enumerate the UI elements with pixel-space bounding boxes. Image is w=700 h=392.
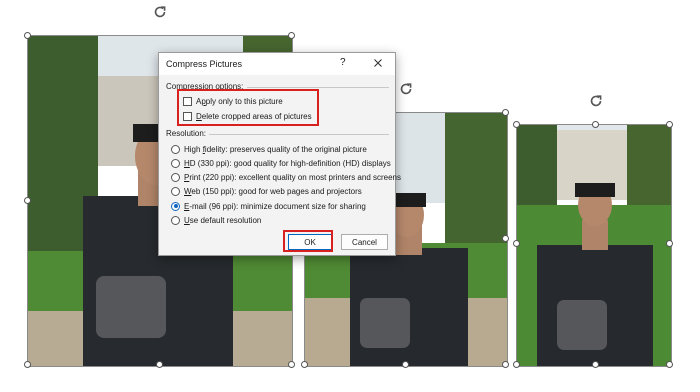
radio-button[interactable] bbox=[171, 173, 180, 183]
delete-cropped-checkbox[interactable]: Delete cropped areas of pictures bbox=[183, 110, 312, 122]
resolution-option-label: HD (330 ppi): good quality for high-defi… bbox=[184, 158, 391, 168]
radio-button[interactable] bbox=[171, 216, 180, 225]
checkbox-box[interactable] bbox=[183, 96, 192, 106]
resolution-option[interactable]: HD (330 ppi): good quality for high-defi… bbox=[171, 157, 391, 169]
resize-handle[interactable] bbox=[301, 361, 308, 368]
photo-right[interactable] bbox=[516, 124, 672, 367]
resize-handle[interactable] bbox=[502, 235, 509, 242]
resolution-option-label: Web (150 ppi): good for web pages and pr… bbox=[184, 187, 362, 197]
resize-handle[interactable] bbox=[592, 361, 599, 368]
separator bbox=[209, 134, 389, 135]
resize-handle[interactable] bbox=[288, 361, 295, 368]
apply-only-checkbox[interactable]: Apply only to this picture bbox=[183, 95, 283, 107]
rotate-handle-icon[interactable] bbox=[588, 93, 604, 109]
resolution-option-label: Print (220 ppi): excellent quality on mo… bbox=[184, 173, 402, 183]
resolution-option[interactable]: High fidelity: preserves quality of the … bbox=[171, 143, 367, 155]
resolution-option[interactable]: Print (220 ppi): excellent quality on mo… bbox=[171, 172, 401, 184]
resize-handle[interactable] bbox=[402, 361, 409, 368]
resolution-option[interactable]: Web (150 ppi): good for web pages and pr… bbox=[171, 186, 362, 198]
separator bbox=[247, 87, 389, 88]
resolution-label: Resolution: bbox=[166, 129, 207, 138]
dialog-title: Compress Pictures bbox=[166, 59, 243, 69]
apply-only-label: Apply only to this picture bbox=[196, 96, 283, 106]
resize-handle[interactable] bbox=[24, 361, 31, 368]
dialog-titlebar: Compress Pictures ? bbox=[159, 53, 395, 75]
resolution-option[interactable]: E-mail (96 ppi): minimize document size … bbox=[171, 200, 366, 212]
resolution-option[interactable]: Use default resolution bbox=[171, 215, 261, 227]
checkbox-box[interactable] bbox=[183, 111, 192, 121]
radio-button[interactable] bbox=[171, 201, 180, 211]
resize-handle[interactable] bbox=[502, 361, 509, 368]
resize-handle[interactable] bbox=[24, 197, 31, 204]
resize-handle[interactable] bbox=[666, 240, 673, 247]
resize-handle[interactable] bbox=[666, 121, 673, 128]
resize-handle[interactable] bbox=[513, 361, 520, 368]
help-button[interactable]: ? bbox=[340, 57, 346, 68]
resize-handle[interactable] bbox=[502, 109, 509, 116]
resize-handle[interactable] bbox=[513, 121, 520, 128]
radio-button[interactable] bbox=[171, 187, 180, 197]
resize-handle[interactable] bbox=[24, 32, 31, 39]
resize-handle[interactable] bbox=[156, 361, 163, 368]
rotate-handle-icon[interactable] bbox=[152, 4, 168, 20]
resolution-option-label: High fidelity: preserves quality of the … bbox=[184, 144, 367, 154]
delete-cropped-label: Delete cropped areas of pictures bbox=[196, 111, 312, 121]
radio-button[interactable] bbox=[171, 144, 180, 154]
resolution-option-label: Use default resolution bbox=[184, 216, 262, 225]
ok-button[interactable]: OK bbox=[288, 234, 332, 250]
resize-handle[interactable] bbox=[666, 361, 673, 368]
close-icon[interactable] bbox=[371, 56, 385, 70]
resolution-option-label: E-mail (96 ppi): minimize document size … bbox=[184, 201, 366, 211]
resize-handle[interactable] bbox=[592, 121, 599, 128]
compress-pictures-dialog: Compress Pictures ? Compression options:… bbox=[158, 52, 401, 256]
compression-options-label: Compression options: bbox=[166, 82, 244, 91]
radio-button[interactable] bbox=[171, 158, 180, 168]
resize-handle[interactable] bbox=[288, 32, 295, 39]
cancel-button[interactable]: Cancel bbox=[341, 234, 388, 250]
rotate-handle-icon[interactable] bbox=[398, 81, 414, 97]
resize-handle[interactable] bbox=[513, 240, 520, 247]
